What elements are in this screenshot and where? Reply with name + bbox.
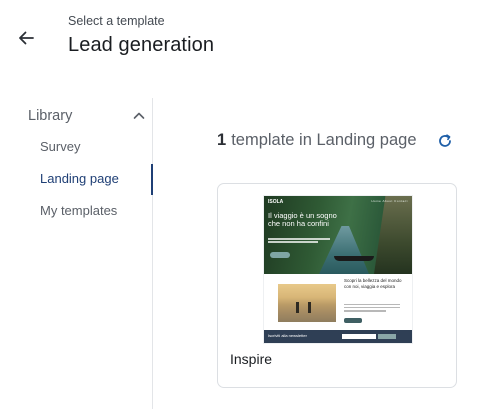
sidebar-divider — [152, 98, 153, 409]
template-thumbnail: ISOLA Home About Contact Il viaggio è un… — [264, 196, 412, 343]
thumbnail-section-text — [344, 304, 400, 314]
thumbnail-nav: Home About Contact — [371, 199, 408, 203]
thumbnail-footer-text: Iscriviti alla newsletter — [268, 333, 307, 338]
thumbnail-hero-button — [270, 252, 290, 258]
thumbnail-hero: ISOLA Home About Contact Il viaggio è un… — [264, 196, 412, 274]
refresh-button[interactable] — [436, 132, 454, 150]
arrow-left-icon — [19, 31, 34, 45]
thumbnail-photo — [278, 284, 336, 322]
thumbnail-footer-button — [378, 334, 396, 339]
back-button[interactable] — [14, 26, 38, 50]
page-title: Lead generation — [68, 34, 215, 56]
template-count-label: template in Landing page — [231, 131, 417, 149]
template-card-inspire[interactable]: ISOLA Home About Contact Il viaggio è un… — [217, 183, 457, 388]
thumbnail-section-title: Scopri la bellezza del mondo con noi, vi… — [344, 278, 402, 289]
photo-figure — [296, 302, 299, 313]
hero-boat-image — [334, 256, 374, 261]
template-count: 1 template in Landing page — [217, 131, 417, 150]
template-picker-page: Select a template Lead generation Librar… — [0, 0, 491, 409]
active-item-indicator — [151, 164, 153, 195]
sidebar-item-landing-page[interactable]: Landing page — [40, 171, 119, 186]
thumbnail-section: Scopri la bellezza del mondo con noi, vi… — [264, 274, 412, 330]
hero-water-image — [319, 226, 369, 274]
photo-figure — [308, 302, 311, 313]
library-section-toggle[interactable]: Library — [28, 106, 146, 126]
thumbnail-footer-input — [342, 334, 376, 339]
template-count-number: 1 — [217, 131, 227, 149]
thumbnail-logo: ISOLA — [268, 199, 284, 205]
thumbnail-hero-text — [268, 238, 330, 243]
refresh-icon — [439, 134, 451, 147]
page-subtitle: Select a template — [68, 14, 165, 28]
sidebar-item-my-templates[interactable]: My templates — [40, 203, 117, 218]
thumbnail-footer: Iscriviti alla newsletter — [264, 330, 412, 343]
library-label: Library — [28, 108, 73, 124]
template-name: Inspire — [230, 351, 273, 367]
sidebar-item-survey[interactable]: Survey — [40, 139, 80, 154]
thumbnail-headline: Il viaggio è un sogno che non ha confini — [268, 211, 337, 228]
thumbnail-section-button — [344, 318, 362, 323]
hero-cliff-image — [374, 196, 412, 274]
chevron-up-icon — [133, 112, 145, 119]
